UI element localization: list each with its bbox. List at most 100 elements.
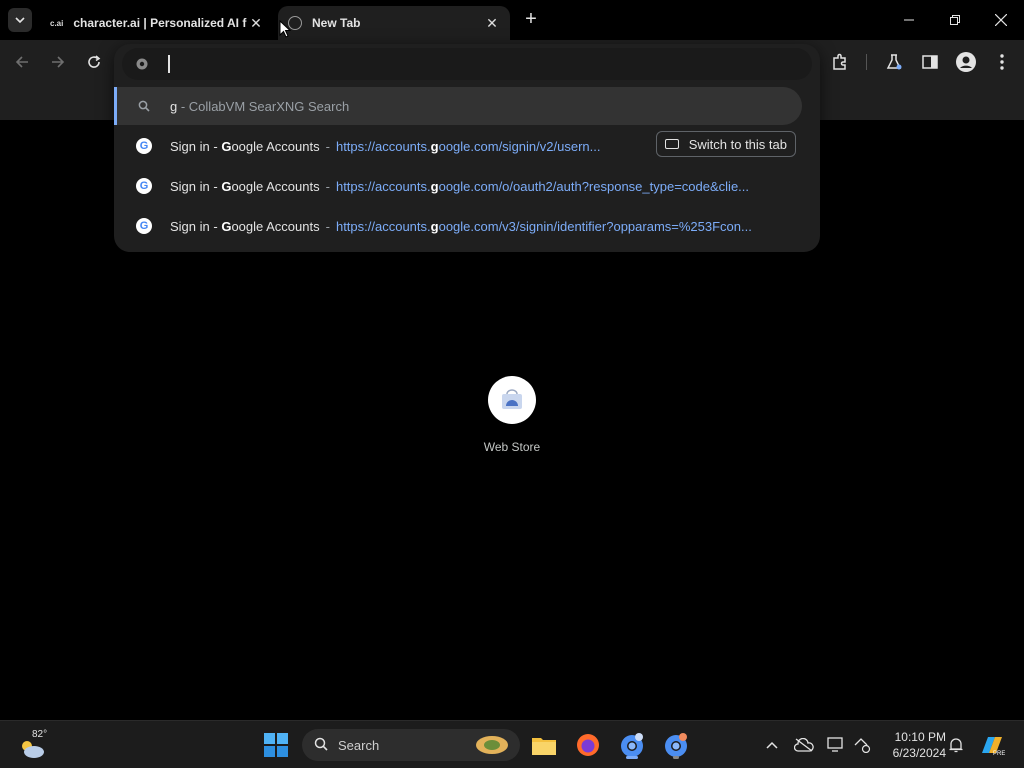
shortcut-label: Web Store [483,440,541,454]
menu-button[interactable] [990,50,1014,74]
weather-widget[interactable]: 82° [16,729,56,761]
running-indicator [673,756,679,759]
windows-logo-icon [264,733,288,757]
display-tray[interactable] [824,733,848,757]
tab-character-ai[interactable]: c.ai character.ai | Personalized AI f ✕ [40,6,274,40]
suggestion-url: https://accounts.google.com/signin/v2/us… [335,138,601,154]
search-icon [136,100,152,112]
reload-button[interactable] [82,50,106,74]
copilot-icon: PRE [982,737,1005,757]
chrome-profile-1-button[interactable] [616,729,648,761]
labs-button[interactable] [882,50,906,74]
close-window-button[interactable] [978,0,1024,40]
suggestion-history-3[interactable]: G Sign in - Google Accounts - https://ac… [114,207,820,245]
profile-button[interactable] [954,50,978,74]
google-g-icon: G [136,138,152,154]
suggestion-url: https://accounts.google.com/o/oauth2/aut… [335,178,750,194]
windows-taskbar: 82° Search 10:10 PM 6/23/2024 PRE [0,720,1024,768]
side-panel-icon [922,55,938,69]
search-placeholder: Search [338,737,380,753]
back-button[interactable] [10,50,34,74]
monitor-icon [827,737,843,752]
tab-new-tab[interactable]: New Tab ✕ [278,6,510,40]
start-button[interactable] [260,729,292,761]
address-input[interactable] [173,56,674,72]
chrome-profile-2-button[interactable] [660,729,692,761]
search-icon [314,737,328,754]
suggestion-title: Sign in - Google Accounts [170,178,320,194]
tab-search-button[interactable] [8,8,32,32]
browser-window: c.ai character.ai | Personalized AI f ✕ … [0,0,1024,720]
restore-button[interactable] [932,0,978,40]
firefox-icon [577,734,599,756]
separator: - [325,218,330,234]
system-clock[interactable]: 10:10 PM 6/23/2024 [880,729,946,761]
chrome-icon [665,733,687,757]
network-tray[interactable] [850,733,874,757]
close-tab-icon[interactable]: ✕ [248,15,264,31]
extensions-button[interactable] [828,50,852,74]
side-panel-button[interactable] [918,50,942,74]
search-highlight-icon [476,736,508,754]
weather-temperature: 82° [32,729,48,740]
suggestion-history-2[interactable]: G Sign in - Google Accounts - https://ac… [114,167,820,205]
switch-to-tab-button[interactable]: Switch to this tab [655,131,796,157]
omnibox[interactable] [122,48,812,80]
forward-button[interactable] [46,50,70,74]
google-g-icon: G [136,218,152,234]
suggestion-search[interactable]: g - CollabVM SearXNG Search [114,87,802,125]
clock-time: 10:10 PM [894,730,946,744]
cloud-sun-icon [22,741,44,758]
taskbar-search[interactable]: Search [302,729,520,761]
restore-icon [950,15,960,25]
suggestion-title: Sign in - Google Accounts [170,218,320,234]
tab-icon [664,139,679,149]
puzzle-icon [833,53,846,70]
google-g-icon: G [136,178,152,194]
mouse-cursor-icon [279,20,291,38]
text-caret [168,55,170,73]
plus-icon: + [525,7,537,30]
network-disconnected-icon [854,738,871,753]
separator: - [325,178,330,194]
minimize-button[interactable] [886,0,932,40]
firefox-button[interactable] [572,729,604,761]
switch-to-tab-label: Switch to this tab [688,136,787,152]
web-store-icon [488,376,536,424]
chrome-beta-icon [621,733,643,757]
new-tab-button[interactable]: + [520,8,542,30]
close-tab-icon[interactable]: ✕ [484,15,500,31]
suggestion-history-1[interactable]: G Sign in - Google Accounts - https://ac… [114,127,820,165]
forward-arrow-icon [52,56,65,68]
copilot-button[interactable]: PRE [976,729,1008,761]
separator: - [177,98,189,114]
notifications-button[interactable] [944,733,968,757]
tab-strip: c.ai character.ai | Personalized AI f ✕ … [0,0,1024,40]
show-hidden-icons-button[interactable] [760,733,784,757]
tab-title: New Tab [312,16,361,30]
bell-icon [949,738,963,753]
file-explorer-button[interactable] [528,729,560,761]
separator: - [325,138,330,154]
reload-icon [88,55,101,68]
active-indicator [626,756,638,759]
more-vert-icon [1000,54,1004,70]
chevron-up-icon [766,741,778,749]
suggestion-url: https://accounts.google.com/v3/signin/id… [335,218,752,234]
clock-date: 6/23/2024 [892,746,946,760]
shortcut-web-store[interactable]: Web Store [472,376,552,454]
chevron-down-icon [15,17,25,24]
character-ai-favicon: c.ai [50,18,64,28]
omnibox-dropdown: g - CollabVM SearXNG Search G Sign in - … [114,44,820,252]
tab-title: character.ai | Personalized AI f [73,16,247,30]
chrome-icon [134,56,150,72]
close-icon [995,14,1007,26]
folder-icon [532,738,556,755]
toolbar-divider [866,54,867,70]
minimize-icon [904,19,914,21]
svg-text:PRE: PRE [993,751,1005,757]
back-arrow-icon [15,56,28,68]
suggestion-title: Sign in - Google Accounts [170,138,320,154]
onedrive-tray[interactable] [792,733,816,757]
cloud-offline-icon [794,738,814,752]
